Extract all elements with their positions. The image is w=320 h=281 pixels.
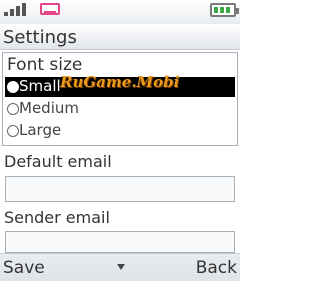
watermark-logo: RuGame.Mobi	[60, 73, 180, 91]
scroll-down-icon	[117, 264, 125, 270]
sender-email-field[interactable]	[5, 231, 235, 253]
back-softkey[interactable]: Back	[196, 258, 237, 278]
save-softkey[interactable]: Save	[3, 258, 45, 278]
status-bar	[0, 0, 240, 24]
radio-selected-icon	[7, 81, 19, 93]
default-email-label: Default email	[4, 152, 112, 171]
page-title: Settings	[3, 27, 77, 48]
sender-email-label: Sender email	[4, 208, 110, 227]
radio-unselected-icon	[7, 125, 19, 137]
battery-icon	[210, 3, 239, 17]
font-size-option-medium[interactable]: Medium	[5, 99, 235, 119]
font-size-option-large[interactable]: Large	[5, 121, 235, 141]
font-size-group: Font size Small Medium Large	[2, 52, 238, 146]
signal-strength-icon	[4, 2, 32, 16]
message-envelope-icon	[40, 3, 60, 15]
option-label: Small	[19, 77, 61, 95]
default-email-field[interactable]	[5, 176, 235, 202]
option-label: Medium	[19, 99, 79, 117]
title-bar: Settings	[0, 24, 240, 50]
font-size-label: Font size	[7, 55, 83, 75]
softkey-bar: Save Back	[0, 253, 240, 281]
option-label: Large	[19, 121, 62, 139]
radio-unselected-icon	[7, 103, 19, 115]
